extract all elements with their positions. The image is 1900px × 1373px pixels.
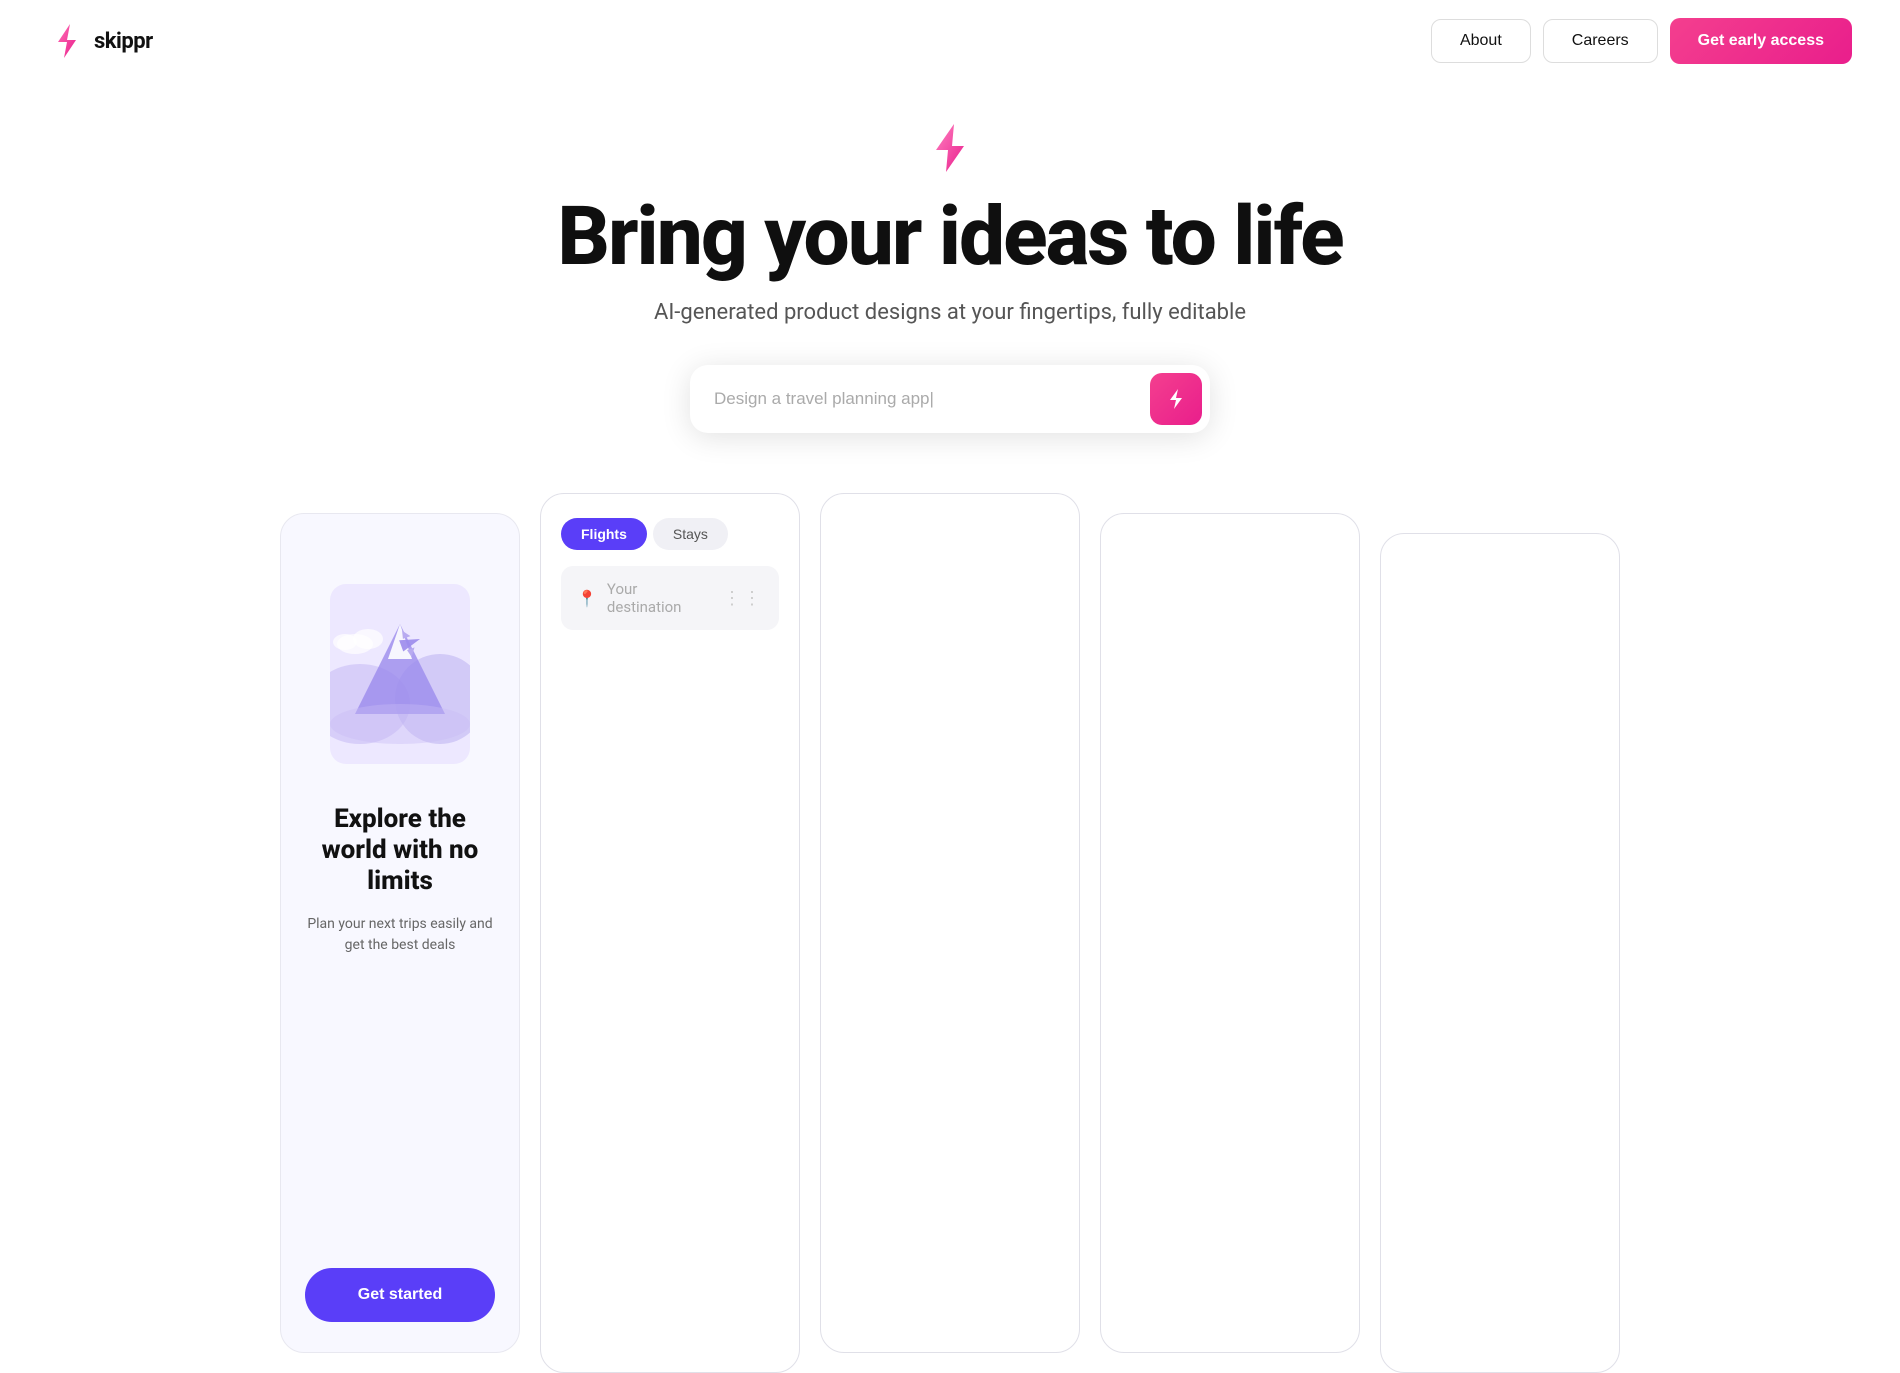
app-card-1: Explore the world with no limits Plan yo… — [280, 513, 520, 1353]
destination-input-field[interactable]: 📍 Your destination ⋮⋮ — [561, 566, 779, 630]
card1-description: Plan your next trips easily and get the … — [305, 914, 495, 956]
app-card-3 — [820, 493, 1080, 1353]
hero-icon — [924, 122, 976, 174]
search-submit-button[interactable] — [1150, 373, 1202, 425]
about-button[interactable]: About — [1431, 19, 1531, 63]
careers-button[interactable]: Careers — [1543, 19, 1658, 63]
logo[interactable]: skippr — [48, 22, 153, 60]
location-icon: 📍 — [577, 589, 597, 608]
flights-tab[interactable]: Flights — [561, 518, 647, 550]
hero-subtitle: AI-generated product designs at your fin… — [654, 300, 1246, 325]
search-bar — [690, 365, 1210, 433]
hero-title: Bring your ideas to life — [557, 194, 1342, 280]
search-input[interactable] — [714, 389, 1138, 409]
logo-text: skippr — [94, 29, 153, 54]
card2-tabs: Flights Stays — [561, 518, 779, 550]
mountain-svg — [330, 584, 470, 764]
card1-title: Explore the world with no limits — [305, 804, 495, 898]
logo-icon — [48, 22, 86, 60]
app-cards-section: Explore the world with no limits Plan yo… — [0, 453, 1900, 1373]
stays-tab[interactable]: Stays — [653, 518, 728, 550]
app-card-5 — [1380, 533, 1620, 1373]
nav-actions: About Careers Get early access — [1431, 18, 1852, 64]
get-early-access-button[interactable]: Get early access — [1670, 18, 1852, 64]
navbar: skippr About Careers Get early access — [0, 0, 1900, 82]
options-icon: ⋮⋮ — [723, 588, 763, 609]
submit-bolt-icon — [1164, 387, 1188, 411]
hero-section: Bring your ideas to life AI-generated pr… — [0, 82, 1900, 453]
destination-placeholder-text: Your destination — [607, 580, 713, 616]
travel-illustration — [330, 584, 470, 764]
app-card-2: Flights Stays 📍 Your destination ⋮⋮ — [540, 493, 800, 1373]
card1-cta-button[interactable]: Get started — [305, 1268, 495, 1322]
app-card-4 — [1100, 513, 1360, 1353]
